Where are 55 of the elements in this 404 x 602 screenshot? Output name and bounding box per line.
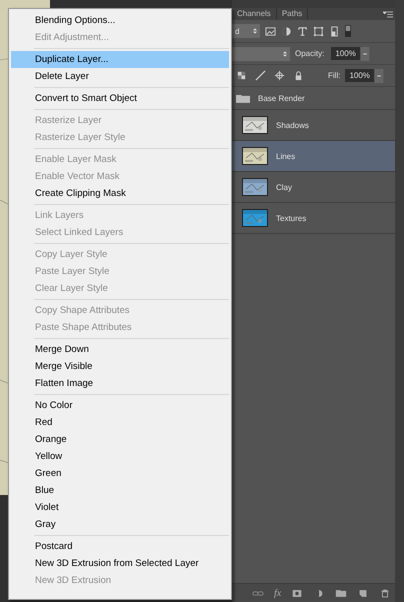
menu-item[interactable]: Flatten Image [11,375,229,392]
fill-field[interactable]: 100% [345,69,374,82]
smart-object-filter-icon[interactable] [329,26,340,36]
panel-menu-icon[interactable] [383,10,393,18]
menu-item[interactable]: Orange [11,431,229,448]
menu-item[interactable]: Yellow [11,448,229,465]
menu-item[interactable]: New 3D Extrusion from Selected Layer [11,555,229,572]
image-filter-icon[interactable] [265,26,276,36]
menu-item[interactable]: No Color [11,397,229,414]
spinner-icon [253,28,257,34]
lock-icon[interactable] [293,70,304,81]
adjustment-icon[interactable] [313,588,326,598]
menu-item[interactable]: Merge Visible [11,358,229,375]
link-icon[interactable] [252,588,264,598]
new-layer-icon[interactable] [357,588,370,598]
menu-item[interactable]: Blending Options... [11,12,229,29]
layer-row[interactable]: Textures [232,203,395,234]
dropdown-value: d [235,26,240,36]
layer-row[interactable]: Lines [232,141,395,172]
layer-name: Shadows [276,120,309,130]
menu-item[interactable]: Violet [11,499,229,516]
move-icon[interactable] [274,70,285,81]
menu-item[interactable]: Green [11,465,229,482]
layer-name: Lines [276,152,296,160]
menu-item[interactable]: Merge Down [11,341,229,358]
menu-item[interactable]: Delete Layer [11,68,229,85]
layer-row[interactable]: Clay [232,172,395,203]
menu-item[interactable]: Blue [11,482,229,499]
layer-name: Base Render [258,94,305,102]
layer-group-row[interactable]: Base Render [232,87,395,110]
layer-name: Textures [276,214,306,222]
menu-item[interactable]: Duplicate Layer... [11,51,229,68]
type-filter-icon[interactable] [297,26,308,36]
layer-name: Clay [276,182,292,192]
shape-filter-icon[interactable] [313,26,324,36]
filter-toggle-icon[interactable] [345,24,351,38]
trash-icon[interactable] [379,588,392,598]
menu-item[interactable]: Convert to Smart Object [11,90,229,107]
filter-dropdown[interactable]: d [232,24,260,38]
opacity-label: Opacity: [295,49,324,58]
folder-icon[interactable] [335,588,348,598]
checker-lock-icon[interactable] [236,70,247,81]
panel-tab[interactable]: Paths [276,8,308,20]
menu-item[interactable]: Create Clipping Mask [11,185,229,202]
brush-icon[interactable] [255,70,266,81]
fx-button[interactable]: fx [274,588,282,598]
menu-item[interactable]: Red [11,414,229,431]
opacity-field[interactable]: 100% [331,47,360,60]
adjustment-filter-icon[interactable] [281,26,292,36]
menu-item[interactable]: Postcard [11,538,229,555]
mask-icon[interactable] [291,588,304,598]
folder-icon [236,94,250,102]
spinner-icon [283,50,287,56]
fill-label: Fill: [328,71,340,80]
menu-item[interactable]: Gray [11,516,229,533]
